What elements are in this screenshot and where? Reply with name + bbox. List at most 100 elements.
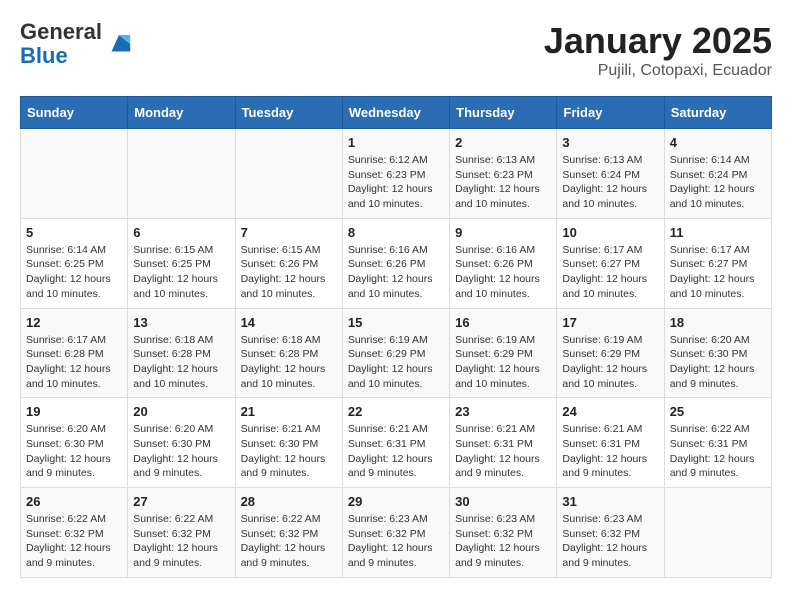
day-info: Sunrise: 6:23 AM Sunset: 6:32 PM Dayligh… <box>562 512 658 571</box>
day-cell: 23 Sunrise: 6:21 AM Sunset: 6:31 PM Dayli… <box>450 398 557 488</box>
day-cell: 14 Sunrise: 6:18 AM Sunset: 6:28 PM Dayli… <box>235 308 342 398</box>
day-info: Sunrise: 6:19 AM Sunset: 6:29 PM Dayligh… <box>348 333 444 392</box>
weekday-header-sunday: Sunday <box>21 97 128 129</box>
title-block: January 2025 Pujili, Cotopaxi, Ecuador <box>544 20 772 80</box>
day-number: 2 <box>455 135 551 150</box>
day-cell: 7 Sunrise: 6:15 AM Sunset: 6:26 PM Daylig… <box>235 218 342 308</box>
day-number: 10 <box>562 225 658 240</box>
day-cell: 10Sunrise: 6:17 AM Sunset: 6:27 PM Dayli… <box>557 218 664 308</box>
day-info: Sunrise: 6:21 AM Sunset: 6:31 PM Dayligh… <box>455 422 551 481</box>
day-info: Sunrise: 6:14 AM Sunset: 6:25 PM Dayligh… <box>26 243 122 302</box>
day-info: Sunrise: 6:22 AM Sunset: 6:31 PM Dayligh… <box>670 422 766 481</box>
day-cell: 15 Sunrise: 6:19 AM Sunset: 6:29 PM Dayli… <box>342 308 449 398</box>
day-number: 23 <box>455 404 551 419</box>
day-number: 14 <box>241 315 337 330</box>
weekday-header-saturday: Saturday <box>664 97 771 129</box>
day-cell: 11 Sunrise: 6:17 AM Sunset: 6:27 PM Dayli… <box>664 218 771 308</box>
week-row-5: 26 Sunrise: 6:22 AM Sunset: 6:32 PM Dayli… <box>21 488 772 578</box>
day-number: 15 <box>348 315 444 330</box>
weekday-header-monday: Monday <box>128 97 235 129</box>
day-cell: 24 Sunrise: 6:21 AM Sunset: 6:31 PM Dayli… <box>557 398 664 488</box>
day-number: 18 <box>670 315 766 330</box>
page-header: General Blue January 2025 Pujili, Cotopa… <box>20 20 772 80</box>
logo-blue-text: Blue <box>20 43 68 68</box>
day-info: Sunrise: 6:20 AM Sunset: 6:30 PM Dayligh… <box>26 422 122 481</box>
day-cell <box>664 488 771 578</box>
day-cell: 18 Sunrise: 6:20 AM Sunset: 6:30 PM Dayli… <box>664 308 771 398</box>
day-cell: 17Sunrise: 6:19 AM Sunset: 6:29 PM Dayli… <box>557 308 664 398</box>
day-info: Sunrise: 6:13 AM Sunset: 6:24 PM Dayligh… <box>562 153 658 212</box>
day-info: Sunrise: 6:21 AM Sunset: 6:30 PM Dayligh… <box>241 422 337 481</box>
day-number: 19 <box>26 404 122 419</box>
day-number: 26 <box>26 494 122 509</box>
day-cell: 9 Sunrise: 6:16 AM Sunset: 6:26 PM Daylig… <box>450 218 557 308</box>
day-number: 24 <box>562 404 658 419</box>
day-cell: 22Sunrise: 6:21 AM Sunset: 6:31 PM Dayli… <box>342 398 449 488</box>
day-cell: 16Sunrise: 6:19 AM Sunset: 6:29 PM Dayli… <box>450 308 557 398</box>
day-cell: 12 Sunrise: 6:17 AM Sunset: 6:28 PM Dayli… <box>21 308 128 398</box>
day-cell: 4Sunrise: 6:14 AM Sunset: 6:24 PM Daylig… <box>664 129 771 219</box>
day-number: 3 <box>562 135 658 150</box>
day-info: Sunrise: 6:19 AM Sunset: 6:29 PM Dayligh… <box>455 333 551 392</box>
day-number: 31 <box>562 494 658 509</box>
day-number: 6 <box>133 225 229 240</box>
day-cell: 1Sunrise: 6:12 AM Sunset: 6:23 PM Daylig… <box>342 129 449 219</box>
day-cell: 13 Sunrise: 6:18 AM Sunset: 6:28 PM Dayli… <box>128 308 235 398</box>
day-cell: 26 Sunrise: 6:22 AM Sunset: 6:32 PM Dayli… <box>21 488 128 578</box>
day-number: 9 <box>455 225 551 240</box>
day-cell: 29 Sunrise: 6:23 AM Sunset: 6:32 PM Dayli… <box>342 488 449 578</box>
day-info: Sunrise: 6:22 AM Sunset: 6:32 PM Dayligh… <box>133 512 229 571</box>
day-number: 27 <box>133 494 229 509</box>
day-info: Sunrise: 6:17 AM Sunset: 6:27 PM Dayligh… <box>670 243 766 302</box>
day-info: Sunrise: 6:23 AM Sunset: 6:32 PM Dayligh… <box>455 512 551 571</box>
day-info: Sunrise: 6:22 AM Sunset: 6:32 PM Dayligh… <box>26 512 122 571</box>
day-number: 13 <box>133 315 229 330</box>
day-info: Sunrise: 6:15 AM Sunset: 6:26 PM Dayligh… <box>241 243 337 302</box>
weekday-header-thursday: Thursday <box>450 97 557 129</box>
day-cell: 25 Sunrise: 6:22 AM Sunset: 6:31 PM Dayli… <box>664 398 771 488</box>
day-info: Sunrise: 6:18 AM Sunset: 6:28 PM Dayligh… <box>133 333 229 392</box>
day-info: Sunrise: 6:20 AM Sunset: 6:30 PM Dayligh… <box>670 333 766 392</box>
day-cell: 5 Sunrise: 6:14 AM Sunset: 6:25 PM Daylig… <box>21 218 128 308</box>
calendar-title: January 2025 <box>544 20 772 62</box>
calendar-subtitle: Pujili, Cotopaxi, Ecuador <box>544 62 772 80</box>
calendar-table: SundayMondayTuesdayWednesdayThursdayFrid… <box>20 96 772 578</box>
weekday-header-row: SundayMondayTuesdayWednesdayThursdayFrid… <box>21 97 772 129</box>
logo-icon <box>104 29 134 59</box>
weekday-header-tuesday: Tuesday <box>235 97 342 129</box>
day-number: 22 <box>348 404 444 419</box>
day-info: Sunrise: 6:21 AM Sunset: 6:31 PM Dayligh… <box>562 422 658 481</box>
day-info: Sunrise: 6:14 AM Sunset: 6:24 PM Dayligh… <box>670 153 766 212</box>
day-cell: 3 Sunrise: 6:13 AM Sunset: 6:24 PM Daylig… <box>557 129 664 219</box>
day-number: 8 <box>348 225 444 240</box>
day-number: 20 <box>133 404 229 419</box>
day-info: Sunrise: 6:20 AM Sunset: 6:30 PM Dayligh… <box>133 422 229 481</box>
day-info: Sunrise: 6:23 AM Sunset: 6:32 PM Dayligh… <box>348 512 444 571</box>
day-number: 25 <box>670 404 766 419</box>
day-number: 11 <box>670 225 766 240</box>
logo-general-text: General <box>20 19 102 44</box>
day-info: Sunrise: 6:18 AM Sunset: 6:28 PM Dayligh… <box>241 333 337 392</box>
day-number: 30 <box>455 494 551 509</box>
day-number: 17 <box>562 315 658 330</box>
day-info: Sunrise: 6:13 AM Sunset: 6:23 PM Dayligh… <box>455 153 551 212</box>
week-row-4: 19 Sunrise: 6:20 AM Sunset: 6:30 PM Dayli… <box>21 398 772 488</box>
day-number: 29 <box>348 494 444 509</box>
day-number: 5 <box>26 225 122 240</box>
weekday-header-wednesday: Wednesday <box>342 97 449 129</box>
day-info: Sunrise: 6:17 AM Sunset: 6:28 PM Dayligh… <box>26 333 122 392</box>
day-cell <box>21 129 128 219</box>
day-number: 12 <box>26 315 122 330</box>
day-info: Sunrise: 6:16 AM Sunset: 6:26 PM Dayligh… <box>348 243 444 302</box>
day-cell: 19 Sunrise: 6:20 AM Sunset: 6:30 PM Dayli… <box>21 398 128 488</box>
day-cell: 20 Sunrise: 6:20 AM Sunset: 6:30 PM Dayli… <box>128 398 235 488</box>
day-cell: 27 Sunrise: 6:22 AM Sunset: 6:32 PM Dayli… <box>128 488 235 578</box>
day-number: 7 <box>241 225 337 240</box>
weekday-header-friday: Friday <box>557 97 664 129</box>
day-number: 21 <box>241 404 337 419</box>
logo: General Blue <box>20 20 134 68</box>
day-cell: 28Sunrise: 6:22 AM Sunset: 6:32 PM Dayli… <box>235 488 342 578</box>
day-info: Sunrise: 6:16 AM Sunset: 6:26 PM Dayligh… <box>455 243 551 302</box>
day-cell: 21 Sunrise: 6:21 AM Sunset: 6:30 PM Dayli… <box>235 398 342 488</box>
day-cell <box>128 129 235 219</box>
